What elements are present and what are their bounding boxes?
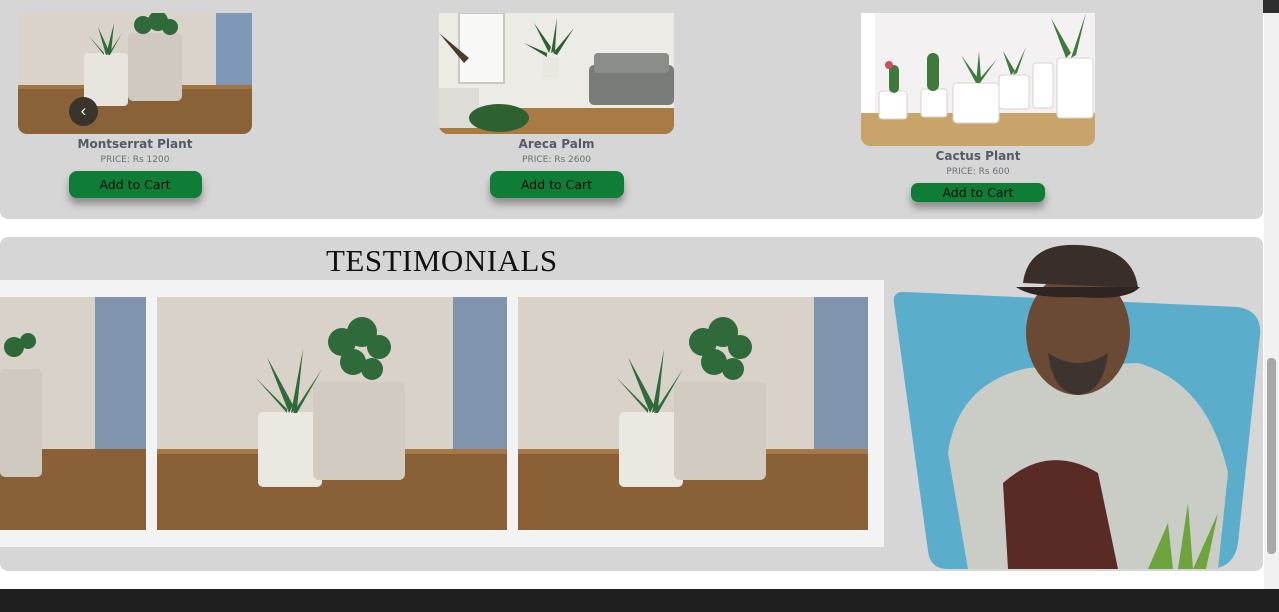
testimonial-slide[interactable]: [0, 297, 146, 530]
product-price: PRICE: Rs 1200: [100, 155, 170, 165]
carousel-prev-button[interactable]: ‹: [69, 97, 98, 126]
footer-bar: [0, 589, 1279, 612]
product-image-cactus[interactable]: [861, 13, 1095, 146]
product-name: Cactus Plant: [935, 149, 1021, 163]
add-to-cart-button[interactable]: Add to Cart: [911, 183, 1045, 202]
testimonial-slide[interactable]: [157, 297, 507, 530]
chevron-left-icon: ‹: [80, 101, 87, 120]
testimonial-carousel[interactable]: [0, 280, 884, 547]
testimonial-slide[interactable]: [518, 297, 868, 530]
product-card: ‹ Montserrat Plant PRICE: Rs 1200 Add to…: [18, 13, 252, 198]
product-image-montserrat[interactable]: ‹: [18, 13, 252, 134]
product-name: Montserrat Plant: [77, 137, 193, 151]
product-image-areca[interactable]: [439, 13, 674, 134]
product-name: Areca Palm: [518, 137, 595, 151]
testimonials-section: TESTIMONIALS: [0, 237, 1263, 571]
product-price: PRICE: Rs 600: [946, 167, 1010, 177]
testimonial-person-image: [888, 243, 1263, 571]
product-card: Areca Palm PRICE: Rs 2600 Add to Cart: [439, 13, 674, 198]
product-card: Cactus Plant PRICE: Rs 600 Add to Cart: [861, 13, 1095, 202]
add-to-cart-button[interactable]: Add to Cart: [489, 171, 624, 198]
product-price: PRICE: Rs 2600: [522, 155, 591, 165]
testimonials-heading: TESTIMONIALS: [326, 243, 558, 278]
scrollbar-thumb[interactable]: [1267, 358, 1276, 554]
add-to-cart-button[interactable]: Add to Cart: [68, 171, 202, 198]
product-section: ‹ Montserrat Plant PRICE: Rs 1200 Add to…: [0, 0, 1263, 219]
